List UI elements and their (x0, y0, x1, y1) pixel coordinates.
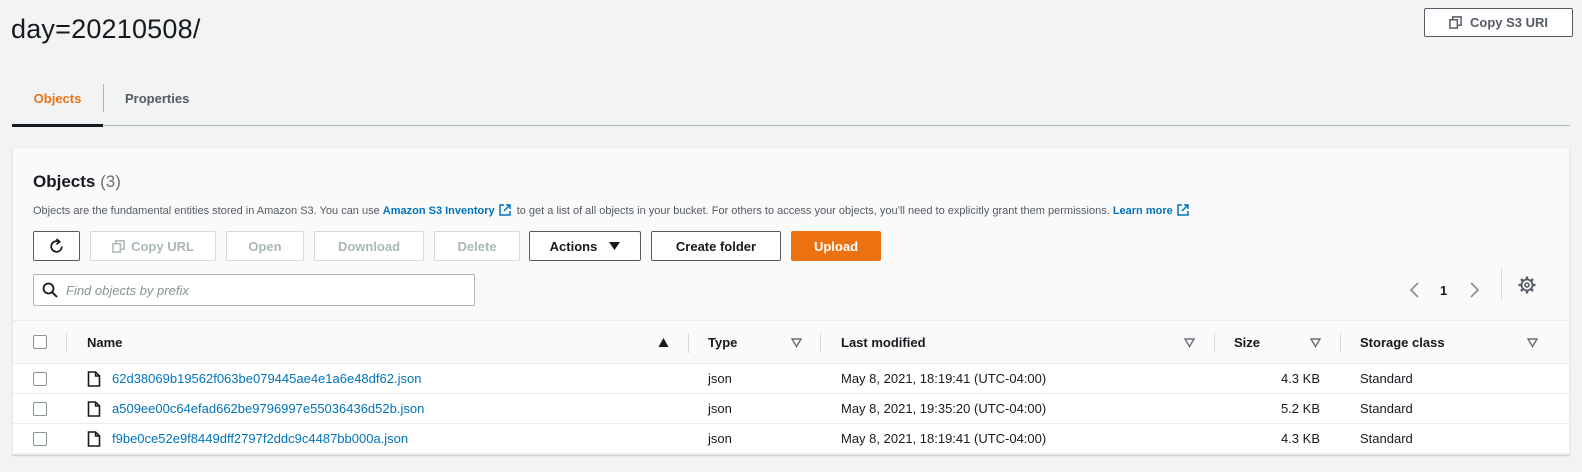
tab-properties[interactable]: Properties (104, 71, 210, 125)
file-icon (87, 431, 101, 447)
search-box (33, 274, 475, 306)
panel-title-text: Objects (33, 172, 96, 191)
objects-table: Name Type Last modified Size Storage cla… (13, 320, 1569, 454)
column-storage-class-label: Storage class (1360, 335, 1445, 350)
description-text-2: to get a list of all objects in your buc… (513, 205, 1113, 217)
delete-button[interactable]: Delete (434, 231, 520, 261)
chevron-left-icon[interactable] (1408, 281, 1422, 299)
panel-description: Objects are the fundamental entities sto… (33, 204, 1192, 217)
tab-bar: Objects Properties (12, 71, 1570, 127)
column-divider (1214, 333, 1215, 353)
tab-properties-label: Properties (125, 90, 190, 106)
pagination: 1 (1408, 274, 1481, 306)
download-label: Download (337, 238, 401, 254)
column-header-last-modified[interactable]: Last modified (841, 321, 926, 364)
caret-down-icon (609, 241, 621, 250)
column-header-name[interactable]: Name (87, 321, 122, 364)
column-size-label: Size (1234, 335, 1261, 350)
sort-icon[interactable] (791, 337, 802, 348)
search-icon (42, 282, 58, 298)
current-page[interactable]: 1 (1440, 283, 1447, 298)
column-divider (1340, 333, 1341, 353)
column-header-type[interactable]: Type (708, 321, 737, 364)
object-storage-class: Standard (1360, 401, 1413, 416)
external-link-icon (498, 204, 511, 216)
s3-inventory-link[interactable]: Amazon S3 Inventory (383, 205, 495, 217)
description-text-1: Objects are the fundamental entities sto… (33, 205, 383, 217)
column-last-modified-label: Last modified (841, 335, 926, 350)
table-header: Name Type Last modified Size Storage cla… (13, 320, 1569, 364)
objects-panel: Objects (3) Objects are the fundamental … (12, 147, 1570, 455)
object-name-link[interactable]: f9be0ce52e9f8449dff2797f2ddc9c4487bb000a… (112, 424, 408, 453)
refresh-icon (50, 237, 63, 253)
object-last-modified: May 8, 2021, 19:35:20 (UTC-04:00) (841, 401, 1047, 416)
object-last-modified: May 8, 2021, 18:19:41 (UTC-04:00) (841, 371, 1047, 386)
chevron-right-icon[interactable] (1467, 281, 1481, 299)
object-last-modified: May 8, 2021, 18:19:41 (UTC-04:00) (841, 431, 1047, 446)
upload-button[interactable]: Upload (791, 231, 881, 261)
table-row: 62d38069b19562f063be079445ae4e1a6e48df62… (13, 364, 1569, 394)
file-icon (87, 401, 101, 417)
create-folder-button[interactable]: Create folder (651, 231, 781, 261)
actions-dropdown[interactable]: Actions (529, 231, 641, 261)
sort-icon[interactable] (1310, 337, 1321, 348)
page-title: day=20210508/ (11, 14, 201, 44)
pagination-divider (1501, 268, 1502, 300)
object-size: 4.3 KB (1280, 431, 1320, 446)
row-checkbox[interactable] (33, 402, 47, 416)
select-all-checkbox[interactable] (33, 335, 47, 349)
copy-icon (112, 239, 125, 253)
external-link-icon (1176, 204, 1189, 216)
table-row: f9be0ce52e9f8449dff2797f2ddc9c4487bb000a… (13, 424, 1569, 454)
column-divider (66, 333, 67, 353)
column-name-label: Name (87, 335, 123, 350)
gear-icon[interactable] (1518, 276, 1536, 294)
object-count: (3) (100, 172, 121, 191)
sort-asc-icon[interactable] (658, 337, 669, 348)
copy-url-button[interactable]: Copy URL (90, 231, 216, 261)
file-icon (87, 371, 101, 387)
panel-title: Objects (3) (33, 172, 121, 192)
object-name-link[interactable]: a509ee00c64efad662be9796997e55036436d52b… (112, 394, 424, 423)
open-label: Open (248, 238, 282, 254)
open-button[interactable]: Open (226, 231, 304, 261)
download-button[interactable]: Download (314, 231, 424, 261)
object-type: json (708, 431, 732, 446)
create-folder-label: Create folder (675, 238, 757, 254)
table-row: a509ee00c64efad662be9796997e55036436d52b… (13, 394, 1569, 424)
copy-icon (1449, 16, 1462, 29)
row-checkbox[interactable] (33, 372, 47, 386)
tab-objects-label: Objects (33, 90, 82, 106)
learn-more-link[interactable]: Learn more (1113, 205, 1173, 217)
column-divider (820, 333, 821, 353)
object-storage-class: Standard (1360, 431, 1413, 446)
upload-label: Upload (813, 238, 859, 254)
sort-icon[interactable] (1527, 337, 1538, 348)
object-name-link[interactable]: 62d38069b19562f063be079445ae4e1a6e48df62… (112, 364, 421, 393)
actions-label: Actions (549, 238, 598, 254)
delete-label: Delete (457, 238, 497, 254)
row-checkbox[interactable] (33, 432, 47, 446)
sort-icon[interactable] (1184, 337, 1195, 348)
column-header-size[interactable]: Size (1234, 321, 1260, 364)
column-type-label: Type (708, 335, 738, 350)
object-type: json (708, 371, 732, 386)
tab-objects[interactable]: Objects (12, 71, 103, 127)
object-size: 5.2 KB (1280, 401, 1320, 416)
object-type: json (708, 401, 732, 416)
object-size: 4.3 KB (1280, 371, 1320, 386)
column-header-storage-class[interactable]: Storage class (1360, 321, 1445, 364)
copy-url-label: Copy URL (131, 238, 194, 254)
column-divider (688, 333, 689, 353)
copy-s3-uri-label: Copy S3 URI (1469, 15, 1548, 30)
copy-s3-uri-button[interactable]: Copy S3 URI (1424, 8, 1573, 37)
search-input[interactable] (66, 282, 466, 298)
object-storage-class: Standard (1360, 371, 1413, 386)
refresh-button[interactable] (33, 231, 80, 261)
